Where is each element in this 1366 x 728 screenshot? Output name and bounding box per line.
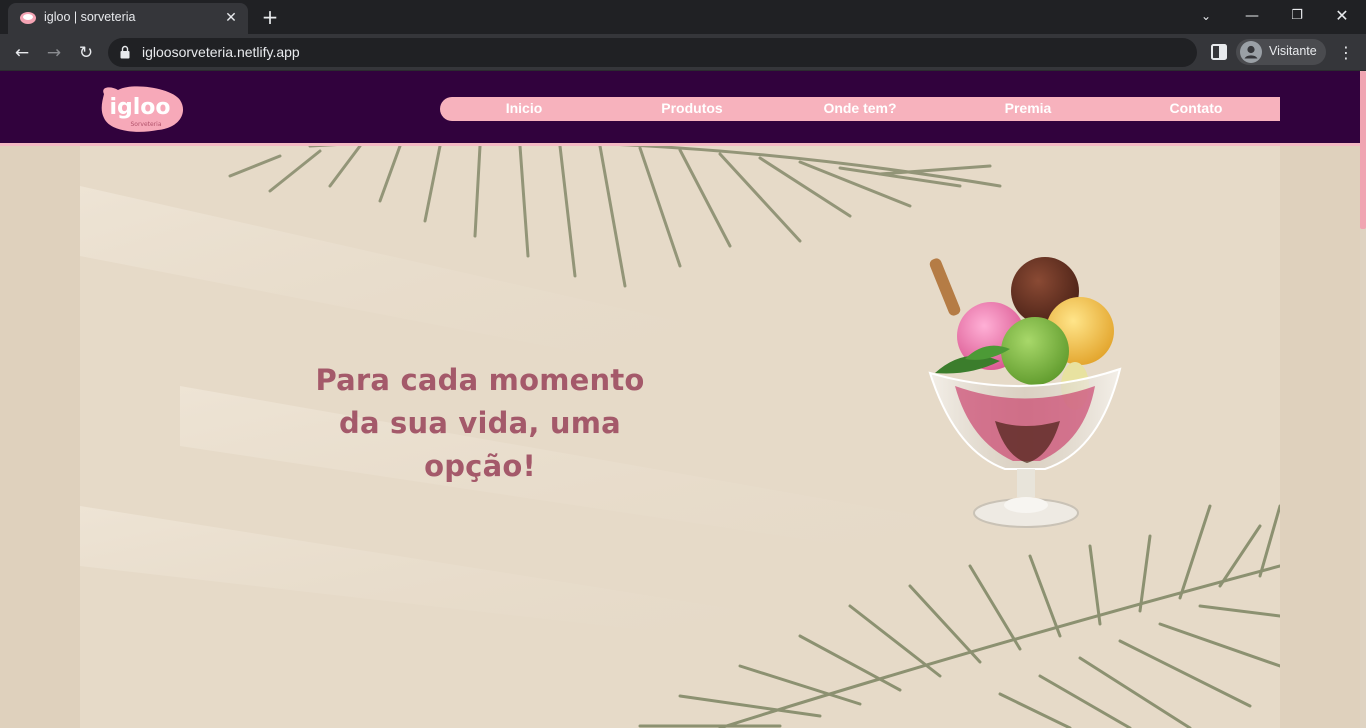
browser-toolbar: ← → ↻ igloosorveteria.netlify.app Visita…: [0, 34, 1366, 71]
url-text: igloosorveteria.netlify.app: [142, 44, 300, 60]
browser-tab[interactable]: igloo | sorveteria ✕: [8, 3, 248, 34]
hero-section: Para cada momento da sua vida, uma opção…: [80, 146, 1280, 728]
forward-arrow-icon[interactable]: →: [41, 40, 67, 66]
igloo-logo[interactable]: igloo Sorveteria: [98, 84, 184, 134]
close-window-icon[interactable]: ✕: [1322, 2, 1362, 30]
back-arrow-icon[interactable]: ←: [9, 40, 35, 66]
lock-icon: [120, 45, 130, 59]
logo-subtext: Sorveteria: [130, 121, 161, 128]
nav-item-contato[interactable]: Contato: [1126, 100, 1266, 116]
hero-headline: Para cada momento da sua vida, uma opção…: [280, 359, 680, 488]
site-header: igloo Sorveteria Inicio Produtos Onde te…: [0, 71, 1360, 146]
nav-item-premia[interactable]: Premia: [958, 100, 1098, 116]
tab-title: igloo | sorveteria: [44, 10, 136, 24]
igloo-favicon-icon: [20, 12, 36, 24]
tab-search-icon[interactable]: ⌄: [1186, 2, 1226, 30]
new-tab-icon[interactable]: +: [259, 6, 281, 28]
logo-text: igloo: [109, 95, 170, 120]
profile-avatar-icon: [1240, 41, 1262, 63]
hero-headline-line2: da sua vida, uma opção!: [339, 406, 621, 483]
page-scrollbar[interactable]: [1360, 71, 1366, 728]
nav-item-onde-tem[interactable]: Onde tem?: [790, 100, 930, 116]
ice-cream-sundae-image: [928, 257, 1122, 528]
nav-item-inicio[interactable]: Inicio: [454, 100, 594, 116]
address-bar[interactable]: igloosorveteria.netlify.app: [108, 38, 1197, 67]
profile-button[interactable]: Visitante: [1236, 39, 1326, 65]
kebab-menu-icon[interactable]: ⋮: [1334, 40, 1358, 66]
nav-item-produtos[interactable]: Produtos: [622, 100, 762, 116]
page-viewport: igloo Sorveteria Inicio Produtos Onde te…: [0, 71, 1366, 728]
close-tab-icon[interactable]: ✕: [222, 9, 240, 27]
minimize-icon[interactable]: —: [1232, 2, 1272, 30]
tab-strip: igloo | sorveteria ✕ + ⌄ — ❐ ✕: [0, 0, 1366, 34]
hero-headline-line1: Para cada momento: [315, 363, 645, 397]
restore-icon[interactable]: ❐: [1277, 2, 1317, 30]
main-nav: Inicio Produtos Onde tem? Premia Contato: [440, 97, 1280, 121]
scrollbar-thumb[interactable]: [1360, 71, 1366, 229]
profile-label: Visitante: [1269, 44, 1317, 58]
reload-icon[interactable]: ↻: [73, 40, 99, 66]
side-panel-icon[interactable]: [1208, 41, 1230, 63]
